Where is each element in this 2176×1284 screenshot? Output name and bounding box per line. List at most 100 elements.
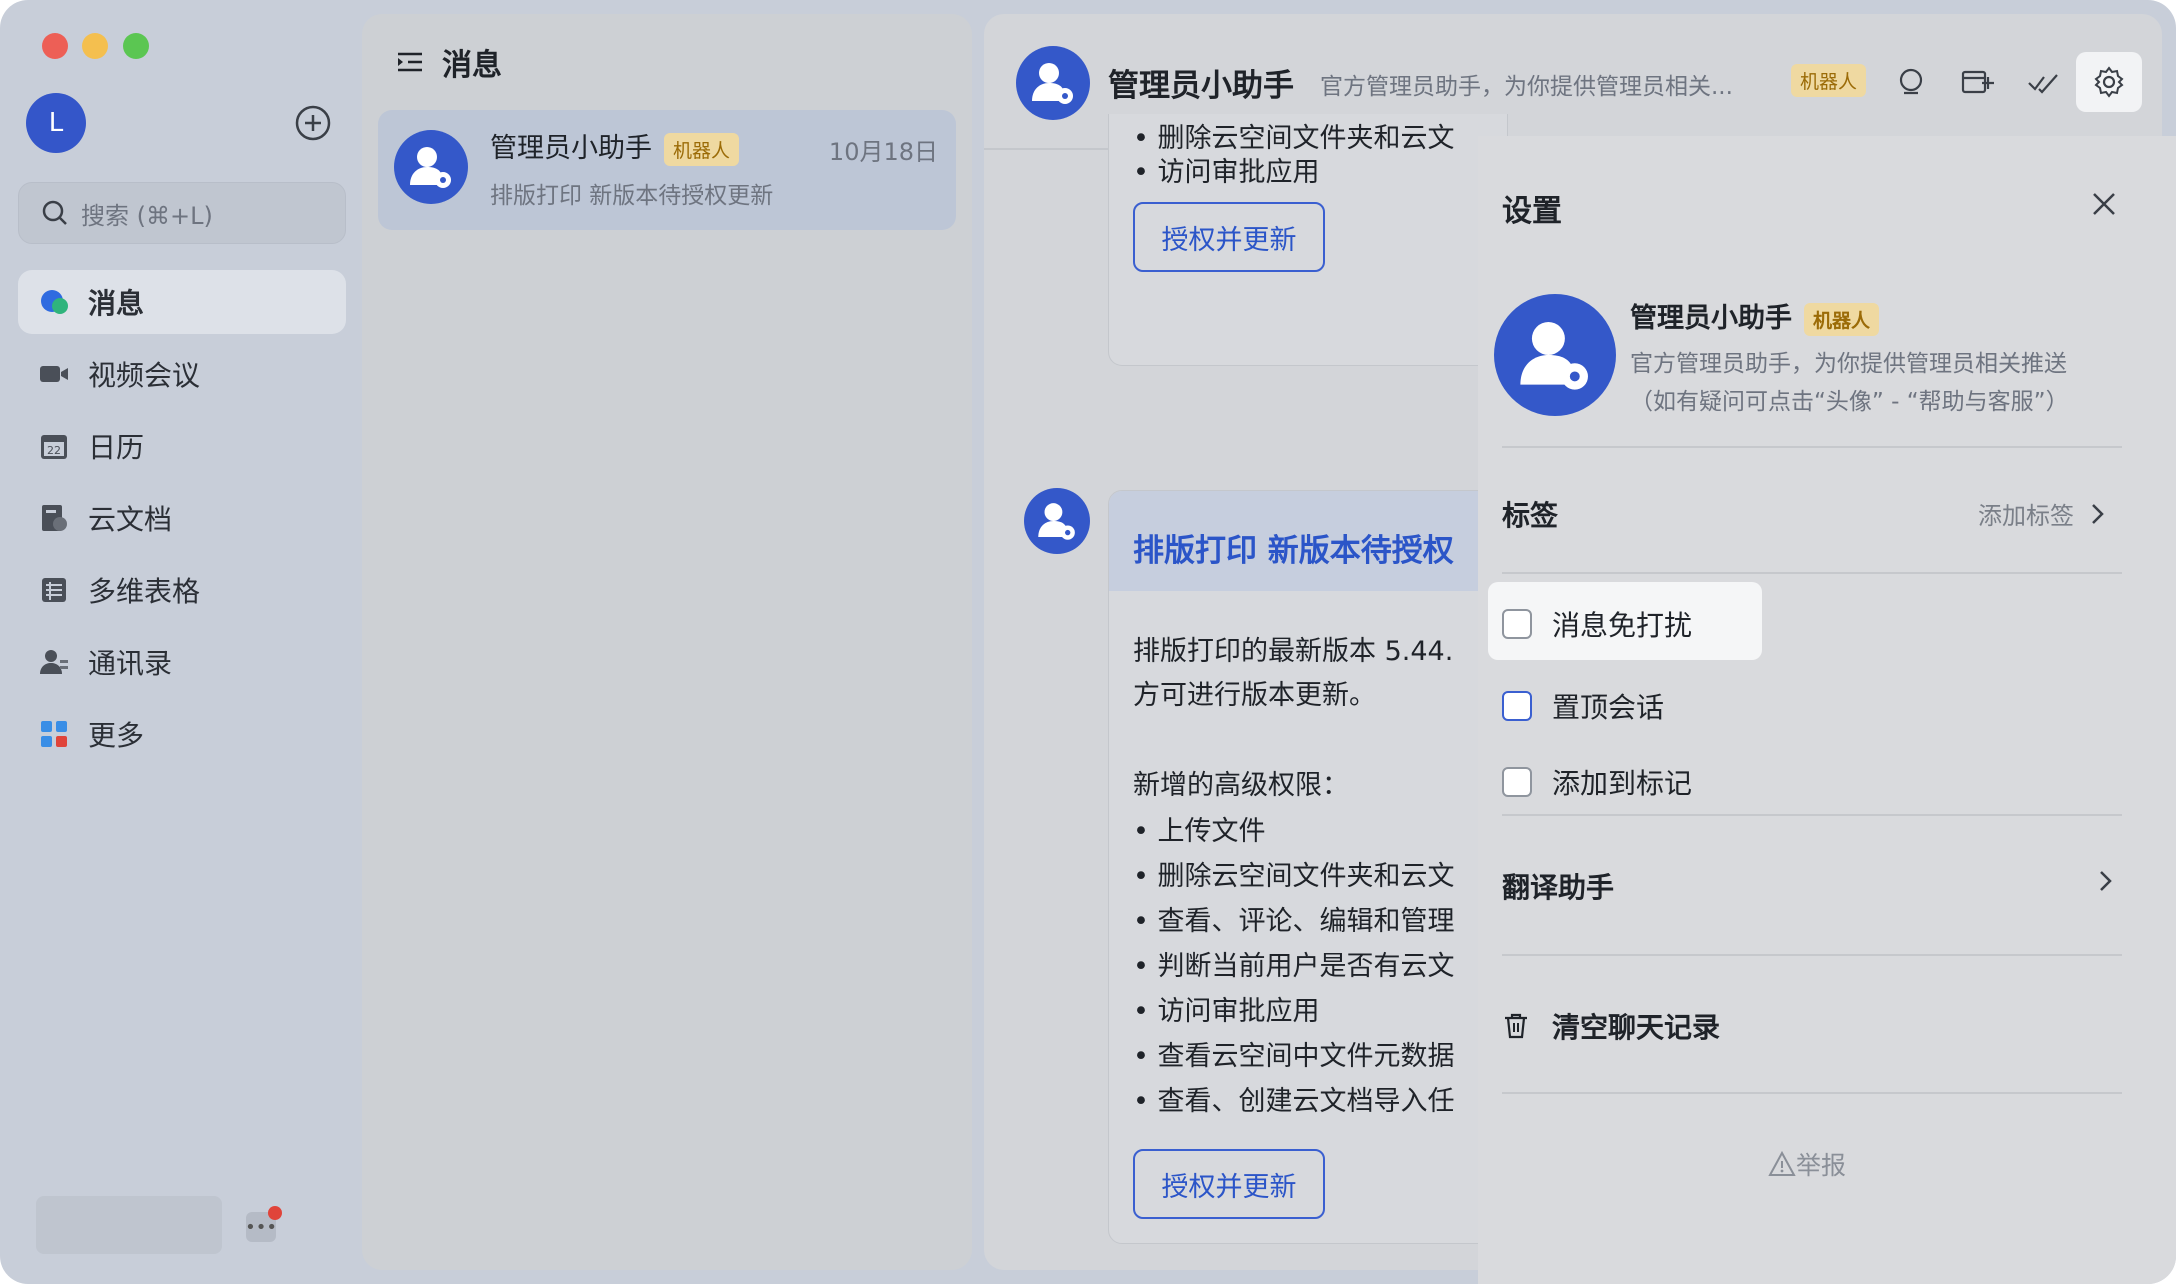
trash-icon	[1505, 1013, 1527, 1039]
card-text: 排版打印的最新版本 5.44.	[1133, 636, 1454, 667]
sidebar-item-contacts[interactable]: 通讯录	[18, 630, 346, 694]
gear-icon	[2094, 66, 2124, 98]
sidebar-item-label: 日历	[88, 431, 145, 464]
divider	[1502, 572, 2122, 574]
conversation-preview: 排版打印 新版本待授权更新	[490, 183, 774, 209]
report-link[interactable]: 举报	[1768, 1146, 1846, 1182]
message-card: • 删除云空间文件夹和云文 • 访问审批应用 授权并更新	[1108, 114, 1508, 366]
sidebar-item-messages[interactable]: 消息	[18, 270, 346, 334]
chat-avatar[interactable]	[1016, 46, 1090, 120]
chevron-right-icon	[2100, 871, 2112, 891]
admin-bot-icon	[410, 147, 451, 188]
mark-checkbox-row[interactable]: 添加到标记	[1502, 762, 1692, 802]
pin-checkbox[interactable]	[1502, 691, 1532, 721]
permission-item: • 查看云空间中文件元数据	[1133, 1041, 1455, 1072]
settings-panel: 设置 管理员小助手 机器人 官方管理员助手，为你提供管理员相关推送 （如有疑问可点…	[1478, 136, 2176, 1284]
sidebar-item-docs[interactable]: 云文档	[18, 486, 346, 550]
settings-button[interactable]	[2076, 52, 2142, 112]
bot-help-hint: （如有疑问可点击“头像” - “帮助与客服”）	[1630, 389, 2069, 415]
bot-avatar	[394, 130, 468, 204]
bot-description: 官方管理员助手，为你提供管理员相关推送	[1630, 351, 2067, 377]
add-tag-link[interactable]: 添加标签	[1978, 496, 2112, 531]
table-icon	[38, 574, 70, 606]
clear-history-button[interactable]: 清空聊天记录	[1502, 1006, 1720, 1046]
sidebar-item-label: 多维表格	[88, 575, 201, 608]
user-avatar[interactable]: L	[26, 93, 86, 153]
calendar-icon: 22	[38, 430, 70, 462]
checkbox-label: 消息免打扰	[1552, 609, 1693, 642]
add-tab-button[interactable]	[1944, 52, 2010, 112]
list-header: 消息	[394, 40, 502, 84]
conversation-item[interactable]: 管理员小助手 机器人 10月18日 排版打印 新版本待授权更新	[378, 110, 956, 230]
search-chat-button[interactable]	[1878, 52, 1944, 112]
search-placeholder: 搜索 (⌘+L)	[81, 201, 213, 230]
double-check-icon	[2028, 74, 2058, 94]
sidebar-item-label: 消息	[88, 287, 145, 320]
mute-checkbox-row[interactable]: 消息免打扰	[1502, 604, 1692, 644]
warning-icon	[1768, 1150, 1796, 1176]
video-camera-icon	[38, 358, 70, 390]
sidebar-item-label: 云文档	[88, 503, 173, 536]
conversation-date: 10月18日	[828, 138, 938, 166]
bot-badge: 机器人	[664, 133, 740, 166]
admin-bot-icon	[1038, 503, 1075, 540]
divider	[1502, 446, 2122, 448]
permission-item: • 删除云空间文件夹和云文	[1133, 861, 1455, 892]
permission-item: • 上传文件	[1133, 816, 1266, 847]
divider	[1502, 954, 2122, 956]
sidebar-item-calendar[interactable]: 22 日历	[18, 414, 346, 478]
bot-profile-name: 管理员小助手 机器人	[1630, 296, 1880, 336]
permission-item: • 访问审批应用	[1133, 996, 1320, 1027]
contacts-icon	[38, 646, 70, 678]
checkbox-label: 置顶会话	[1552, 691, 1665, 724]
settings-title: 设置	[1502, 194, 1562, 229]
search-icon	[42, 200, 67, 225]
conversation-name: 管理员小助手 机器人	[490, 126, 740, 166]
pin-checkbox-row[interactable]: 置顶会话	[1502, 686, 1664, 726]
bot-profile-avatar[interactable]	[1494, 294, 1616, 416]
mute-checkbox[interactable]	[1502, 609, 1532, 639]
plus-circle-icon	[295, 105, 331, 141]
close-settings-button[interactable]	[2086, 186, 2122, 222]
sidebar-item-bitable[interactable]: 多维表格	[18, 558, 346, 622]
sidebar-item-video[interactable]: 视频会议	[18, 342, 346, 406]
profile-status-area[interactable]	[36, 1196, 222, 1254]
sidebar-item-label: 更多	[88, 719, 145, 752]
permission-item: • 访问审批应用	[1133, 157, 1320, 188]
svg-text:22: 22	[47, 444, 61, 457]
collapse-list-icon	[398, 52, 422, 72]
list-title: 消息	[442, 48, 502, 83]
bot-badge: 机器人	[1791, 64, 1867, 97]
mark-checkbox[interactable]	[1502, 767, 1532, 797]
notification-dot	[268, 1206, 282, 1220]
chat-header-actions	[1878, 52, 2142, 112]
sidebar-nav: 消息 视频会议 22 日历 云文档 多维表格 通讯录 更多	[18, 270, 346, 774]
permission-item: • 判断当前用户是否有云文	[1133, 951, 1455, 982]
message-list-panel: 消息 管理员小助手 机器人 10月18日 排版打印 新版本待授权更新	[362, 14, 972, 1270]
admin-bot-icon	[1032, 63, 1073, 104]
chat-title: 管理员小助手	[1108, 68, 1294, 104]
sidebar: L 搜索 (⌘+L) 消息 视频会议 22 日历 云文档 多维表格 通讯录 更多…	[0, 0, 360, 1284]
card-title: 排版打印 新版本待授权	[1109, 491, 1507, 591]
divider	[1502, 814, 2122, 816]
message-avatar[interactable]	[1024, 488, 1090, 554]
chat-search-icon	[1899, 68, 1923, 95]
permission-item: • 查看、创建云文档导入任	[1133, 1086, 1455, 1117]
close-icon	[2093, 193, 2115, 215]
sidebar-item-label: 视频会议	[88, 359, 201, 392]
authorize-update-button[interactable]: 授权并更新	[1133, 202, 1325, 272]
chevron-right-icon	[2092, 503, 2104, 524]
add-tab-icon	[1961, 70, 1994, 94]
permission-item: • 查看、评论、编辑和管理	[1133, 906, 1455, 937]
sidebar-item-more[interactable]: 更多	[18, 702, 346, 766]
message-card: 排版打印 新版本待授权 排版打印的最新版本 5.44. 方可进行版本更新。 新增…	[1108, 490, 1508, 1244]
authorize-update-button[interactable]: 授权并更新	[1133, 1149, 1325, 1219]
search-input[interactable]: 搜索 (⌘+L)	[18, 182, 346, 244]
apps-grid-icon	[38, 718, 70, 750]
bot-badge: 机器人	[1804, 303, 1880, 336]
sidebar-item-label: 通讯录	[88, 647, 173, 680]
divider	[1502, 1092, 2122, 1094]
add-button[interactable]	[294, 104, 332, 142]
mark-done-button[interactable]	[2010, 52, 2076, 112]
translate-assistant-row[interactable]: 翻译助手	[1502, 866, 1614, 906]
